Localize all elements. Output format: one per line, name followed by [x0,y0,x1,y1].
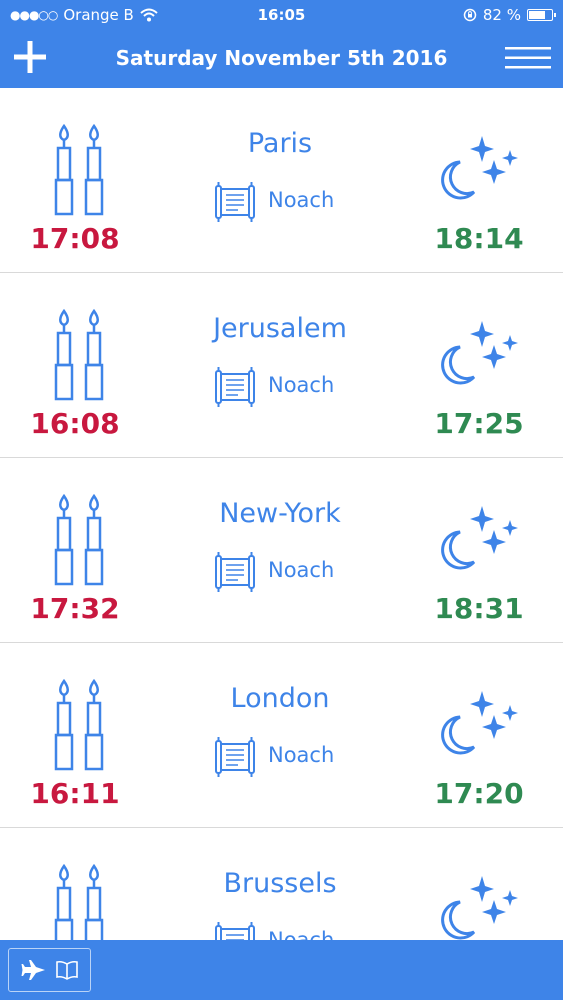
book-icon [55,960,78,980]
battery-percent: 82 % [482,6,521,24]
status-time: 16:05 [257,6,306,24]
havdalah-time: 18:31 [434,592,524,625]
list-item[interactable]: 16:08 Jerusalem Noach 17:25 [0,273,563,458]
hamburger-menu-icon[interactable] [505,45,551,71]
nav-bar: Saturday November 5th 2016 [0,30,563,88]
city-name: London [230,683,330,714]
status-left: ●●●○○ Orange B [10,6,210,24]
travel-book-button[interactable] [8,948,91,992]
carrier-name: Orange B [63,6,134,24]
list-item[interactable]: Brussels Noach [0,828,563,940]
wifi-icon [140,8,158,22]
parasha-name: Noach [268,558,335,582]
moon-stars-icon [441,321,518,385]
airplane-icon [21,960,45,980]
candles-icon [54,679,104,771]
havdalah-time: 17:20 [434,777,524,810]
page-title: Saturday November 5th 2016 [115,46,448,70]
candle-lighting-time: 17:32 [30,592,120,625]
candles-icon [54,864,104,940]
candle-lighting-time: 16:08 [30,407,120,440]
status-bar: ●●●○○ Orange B 16:05 82 % [0,0,563,30]
plus-icon[interactable] [12,39,48,75]
moon-stars-icon [441,876,518,940]
candles-icon [54,124,104,216]
city-list[interactable]: 17:08 Paris Noach 18:14 16:08 Jerusalem … [0,88,563,940]
list-item[interactable]: 17:08 Paris Noach 18:14 [0,88,563,273]
candles-icon [54,309,104,401]
battery-icon [527,9,556,21]
city-name: Brussels [223,868,337,899]
parasha-name: Noach [268,743,335,767]
orientation-lock-icon [463,8,477,22]
torah-scroll-icon [215,367,255,407]
torah-scroll-icon [215,922,255,940]
torah-scroll-icon [215,552,255,592]
moon-stars-icon [441,506,518,570]
status-right: 82 % [353,6,556,24]
havdalah-time: 17:25 [434,407,524,440]
list-item[interactable]: 17:32 New-York Noach 18:31 [0,458,563,643]
tab-bar [0,940,563,1000]
list-item[interactable]: 16:11 London Noach 17:20 [0,643,563,828]
candles-icon [54,494,104,586]
signal-dots-icon: ●●●○○ [10,8,58,22]
city-name: Paris [247,128,313,159]
parasha-name: Noach [268,188,335,212]
candle-lighting-time: 16:11 [30,777,120,810]
moon-stars-icon [441,136,518,200]
city-name: Jerusalem [213,313,347,344]
parasha-name: Noach [268,373,335,397]
parasha-name: Noach [268,928,335,940]
moon-stars-icon [441,691,518,755]
candle-lighting-time: 17:08 [30,222,120,255]
torah-scroll-icon [215,182,255,222]
torah-scroll-icon [215,737,255,777]
city-name: New-York [219,498,341,529]
havdalah-time: 18:14 [434,222,524,255]
battery-fill [529,11,545,19]
